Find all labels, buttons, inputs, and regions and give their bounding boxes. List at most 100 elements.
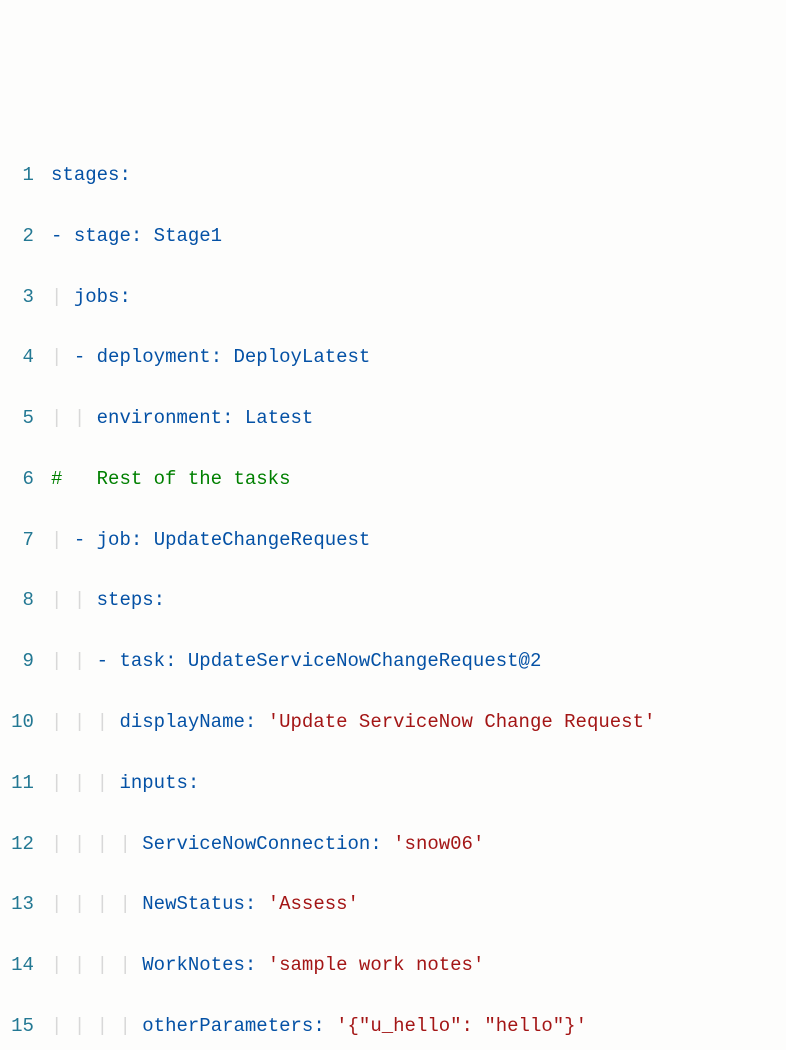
yaml-value: Stage1 [154, 225, 222, 247]
yaml-string: 'snow06' [393, 833, 484, 855]
line-number: 13 [10, 889, 34, 919]
yaml-string: 'sample work notes' [268, 954, 485, 976]
yaml-value: UpdateServiceNowChangeRequest@2 [188, 650, 541, 672]
indent-guide: | [51, 529, 62, 551]
line-number: 1 [10, 160, 34, 190]
comment-text: Rest of the tasks [62, 468, 290, 490]
indent-guide: | [119, 1015, 130, 1037]
yaml-value: UpdateChangeRequest [154, 529, 371, 551]
yaml-key: displayName [119, 711, 244, 733]
line-number: 6 [10, 464, 34, 494]
colon: : [119, 286, 130, 308]
indent-guide: | [51, 711, 62, 733]
code-line: 6 # Rest of the tasks [10, 464, 776, 494]
yaml-key: environment [97, 407, 222, 429]
colon: : [131, 529, 142, 551]
indent-guide: | [74, 772, 85, 794]
colon: : [313, 1015, 324, 1037]
indent-guide: | [97, 772, 108, 794]
indent-guide: | [74, 1015, 85, 1037]
yaml-key: deployment [97, 346, 211, 368]
colon: : [154, 589, 165, 611]
code-line: 11 | | | inputs: [10, 768, 776, 798]
code-line: 1 stages: [10, 160, 776, 190]
yaml-key: ServiceNowConnection [142, 833, 370, 855]
yaml-value: DeployLatest [234, 346, 371, 368]
yaml-key: otherParameters [142, 1015, 313, 1037]
line-number: 7 [10, 525, 34, 555]
indent-guide: | [51, 833, 62, 855]
indent-guide: | [97, 833, 108, 855]
line-number: 10 [10, 707, 34, 737]
indent-guide: | [74, 893, 85, 915]
colon: : [245, 711, 256, 733]
colon: : [211, 346, 222, 368]
yaml-key: job [97, 529, 131, 551]
indent-guide: | [74, 650, 85, 672]
code-line: 3 | jobs: [10, 282, 776, 312]
code-line: 8 | | steps: [10, 585, 776, 615]
yaml-key: inputs [119, 772, 187, 794]
yaml-key: stages [51, 164, 119, 186]
dash: - [51, 225, 62, 247]
colon: : [222, 407, 233, 429]
line-number: 14 [10, 950, 34, 980]
dash: - [74, 529, 85, 551]
code-line: 15 | | | | otherParameters: '{"u_hello": … [10, 1011, 776, 1041]
indent-guide: | [51, 772, 62, 794]
code-line: 9 | | - task: UpdateServiceNowChangeReque… [10, 646, 776, 676]
indent-guide: | [51, 589, 62, 611]
code-line: 7 | - job: UpdateChangeRequest [10, 525, 776, 555]
indent-guide: | [51, 1015, 62, 1037]
indent-guide: | [97, 893, 108, 915]
indent-guide: | [119, 833, 130, 855]
yaml-key: stage [74, 225, 131, 247]
line-number: 3 [10, 282, 34, 312]
indent-guide: | [97, 1015, 108, 1037]
indent-guide: | [74, 711, 85, 733]
indent-guide: | [97, 711, 108, 733]
line-number: 5 [10, 403, 34, 433]
indent-guide: | [119, 893, 130, 915]
yaml-key: steps [97, 589, 154, 611]
dash: - [74, 346, 85, 368]
indent-guide: | [74, 954, 85, 976]
colon: : [245, 893, 256, 915]
indent-guide: | [51, 650, 62, 672]
indent-guide: | [97, 954, 108, 976]
indent-guide: | [51, 954, 62, 976]
line-number: 15 [10, 1011, 34, 1041]
code-line: 13| | | | NewStatus: 'Assess' [10, 889, 776, 919]
indent-guide: | [51, 407, 62, 429]
colon: : [188, 772, 199, 794]
indent-guide: | [74, 833, 85, 855]
line-number: 8 [10, 585, 34, 615]
line-number: 11 [10, 768, 34, 798]
yaml-value: Latest [245, 407, 313, 429]
colon: : [119, 164, 130, 186]
code-line: 14| | | | WorkNotes: 'sample work notes' [10, 950, 776, 980]
yaml-string: 'Assess' [268, 893, 359, 915]
yaml-key: task [119, 650, 165, 672]
line-number: 12 [10, 829, 34, 859]
yaml-key: WorkNotes [142, 954, 245, 976]
yaml-string: 'Update ServiceNow Change Request' [268, 711, 656, 733]
code-editor: 1stages: 2- stage: Stage1 3| jobs: 4| - … [10, 130, 776, 1050]
line-number: 4 [10, 342, 34, 372]
indent-guide: | [51, 286, 62, 308]
indent-guide: | [51, 893, 62, 915]
code-line: 4 | - deployment: DeployLatest [10, 342, 776, 372]
code-line: 10 | | | displayName: 'Update ServiceNow … [10, 707, 776, 737]
colon: : [165, 650, 176, 672]
indent-guide: | [74, 589, 85, 611]
colon: : [131, 225, 142, 247]
yaml-key: jobs [74, 286, 120, 308]
yaml-string: '{"u_hello": "hello"}' [336, 1015, 587, 1037]
indent-guide: | [51, 346, 62, 368]
line-number: 9 [10, 646, 34, 676]
code-line: 2- stage: Stage1 [10, 221, 776, 251]
line-number: 2 [10, 221, 34, 251]
colon: : [245, 954, 256, 976]
comment-hash: # [51, 468, 62, 490]
dash: - [97, 650, 108, 672]
